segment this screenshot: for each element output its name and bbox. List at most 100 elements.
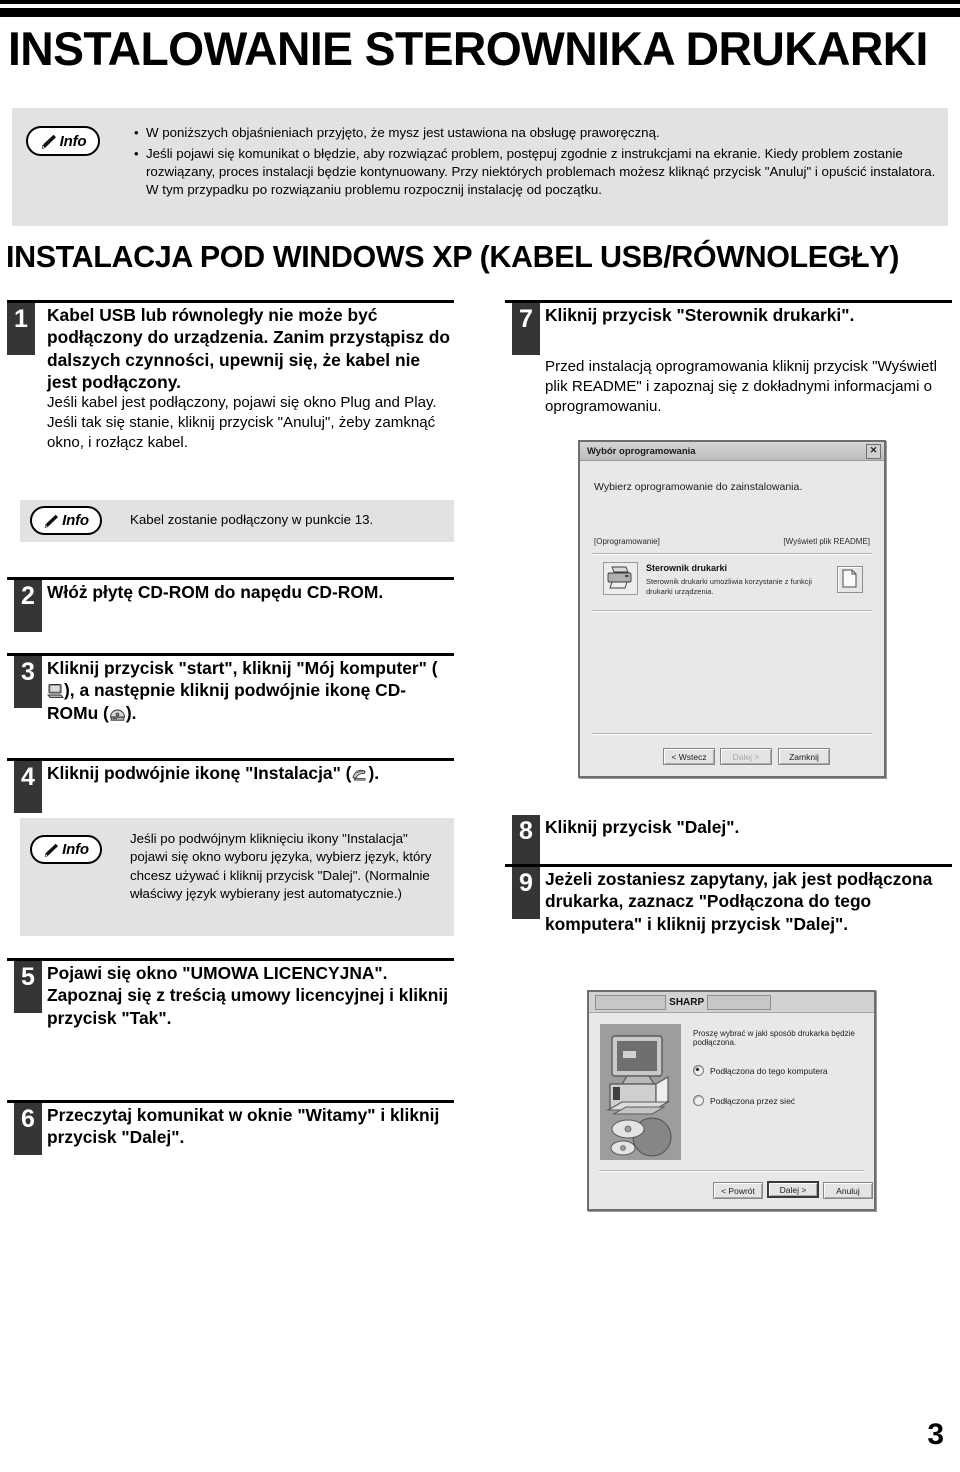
software-item-description: Sterownik drukarki umożliwia korzystanie…: [646, 577, 812, 596]
bullet-glyph: •: [134, 124, 139, 140]
step-heading: Przeczytaj komunikat w oknie "Witamy" i …: [47, 1105, 440, 1148]
next-button[interactable]: Dalej >: [767, 1181, 819, 1198]
step-number-badge: 2: [14, 580, 42, 632]
info-badge-label: Info: [62, 841, 89, 858]
step-heading: Włóż płytę CD-ROM do napędu CD-ROM.: [47, 582, 384, 602]
page-number: 3: [927, 1418, 944, 1451]
step-content: Kliknij przycisk "Dalej".: [545, 816, 952, 838]
info-text-step4: Jeśli po podwójnym kliknięciu ikony "Ins…: [130, 831, 432, 902]
dialog-software-selection[interactable]: Wybór oprogramowania ✕ Wybierz oprogramo…: [578, 440, 886, 778]
step-heading: Jeżeli zostaniesz zapytany, jak jest pod…: [545, 869, 933, 934]
dialog-prompt: Wybierz oprogramowanie do zainstalowania…: [594, 481, 803, 493]
step-divider: [7, 758, 454, 761]
info-box-top: Info • W poniższych objaśnieniach przyję…: [12, 108, 948, 226]
pencil-icon: [44, 843, 59, 857]
step4-text-a: Kliknij podwójnie ikonę "Instalacja" (: [47, 763, 352, 783]
step3-text-b: ), a następnie kliknij podwójnie ikonę C…: [47, 680, 407, 723]
my-computer-icon: [47, 682, 64, 699]
back-button[interactable]: < Powrót: [713, 1182, 763, 1199]
dialog-body: Proszę wybrać w jaki sposób drukarka będ…: [589, 1013, 874, 1211]
connection-prompt: Proszę wybrać w jaki sposób drukarka będ…: [693, 1029, 855, 1047]
step3-text-a: Kliknij przycisk "start", kliknij "Mój k…: [47, 658, 438, 678]
banner-bar-left: [595, 994, 667, 1010]
close-icon[interactable]: ✕: [866, 443, 881, 459]
header-rules: [0, 0, 960, 17]
cdrom-drive-icon: [109, 705, 126, 721]
step-heading: Pojawi się okno "UMOWA LICENCYJNA". Zapo…: [47, 963, 449, 1028]
brand-label: SHARP: [669, 996, 705, 1008]
step-divider: [7, 1100, 454, 1103]
step-divider: [7, 958, 454, 961]
pencil-icon: [41, 134, 56, 149]
step-content: Kliknij przycisk "start", kliknij "Mój k…: [47, 657, 452, 724]
step-divider: [7, 653, 454, 656]
radio-label-local: Podłączona do tego komputera: [710, 1065, 828, 1076]
step-number-badge: 7: [512, 303, 540, 355]
info-badge: Info: [30, 506, 102, 535]
list-item: • W poniższych objaśnieniach przyjęto, ż…: [132, 124, 944, 142]
close-button[interactable]: Zamknij: [778, 748, 830, 765]
dialog-title-text: Wybór oprogramowania: [587, 445, 696, 457]
dialog-banner: SHARP: [589, 992, 874, 1013]
section-heading: INSTALACJA POD WINDOWS XP (KABEL USB/RÓW…: [6, 240, 899, 274]
cancel-button[interactable]: Anuluj: [823, 1182, 873, 1199]
column-header-readme: [Wyświetl plik README]: [783, 537, 870, 546]
banner-bar-right: [707, 994, 772, 1010]
bullet-glyph: •: [134, 145, 139, 161]
step-heading: Kliknij przycisk "Dalej".: [545, 817, 740, 837]
info-text-step1: Kabel zostanie podłączony w punkcie 13.: [130, 512, 374, 527]
step-number-badge: 3: [14, 656, 42, 708]
step-content: Kabel USB lub równoległy nie może być po…: [47, 304, 452, 452]
step-content: Kliknij przycisk "Sterownik drukarki".: [545, 304, 952, 326]
step-number-badge: 9: [512, 867, 540, 919]
step-divider: [505, 300, 952, 303]
step-heading: Kabel USB lub równoległy nie może być po…: [47, 305, 450, 393]
divider: [592, 553, 872, 555]
step-number-badge: 4: [14, 761, 42, 813]
printer-driver-icon: [603, 562, 638, 595]
info-bullet-text: W poniższych objaśnieniach przyjęto, że …: [146, 125, 660, 140]
software-item-title[interactable]: Sterownik drukarki: [646, 563, 727, 573]
radio-label-network: Podłączona przez sieć: [710, 1095, 796, 1106]
info-badge-label: Info: [59, 132, 87, 150]
step-content: Włóż płytę CD-ROM do napędu CD-ROM.: [47, 581, 452, 603]
step-divider: [7, 300, 454, 303]
radio-icon-selected[interactable]: [693, 1065, 704, 1076]
info-bullet-text: Jeśli pojawi się komunikat o błędzie, ab…: [146, 146, 936, 198]
step3-text-c: ).: [125, 702, 137, 723]
step-7-subtext: Przed instalacją oprogramowania kliknij …: [545, 358, 937, 416]
page-title: INSTALOWANIE STEROWNIKA DRUKARKI: [8, 22, 928, 75]
radio-option-network[interactable]: Podłączona przez sieć: [693, 1095, 795, 1106]
radio-option-local[interactable]: Podłączona do tego komputera: [693, 1065, 828, 1076]
info-box-step1: Info Kabel zostanie podłączony w punkcie…: [20, 500, 454, 542]
step-heading: Kliknij podwójnie ikonę "Instalacja" ( )…: [47, 762, 452, 784]
step-number-badge: 8: [512, 815, 540, 867]
divider: [592, 733, 872, 735]
divider: [599, 1170, 864, 1172]
step-content: Jeżeli zostaniesz zapytany, jak jest pod…: [545, 868, 952, 935]
dialog-body: Wybierz oprogramowanie do zainstalowania…: [580, 461, 884, 776]
step-heading: Kliknij przycisk "start", kliknij "Mój k…: [47, 657, 452, 724]
step-heading: Kliknij przycisk "Sterownik drukarki".: [545, 305, 855, 325]
info-badge-label: Info: [62, 512, 89, 529]
next-button[interactable]: Dalej >: [720, 748, 772, 765]
computer-illustration: [600, 1024, 681, 1160]
dialog-printer-connection[interactable]: SHARP Proszę wybrać w jaki sposób drukar…: [587, 990, 876, 1211]
setup-installer-icon: [351, 765, 368, 781]
step-divider: [7, 577, 454, 580]
back-button[interactable]: < Wstecz: [663, 748, 715, 765]
step-content: Przeczytaj komunikat w oknie "Witamy" i …: [47, 1104, 452, 1149]
step-divider: [505, 864, 952, 867]
step-content: Pojawi się okno "UMOWA LICENCYJNA". Zapo…: [47, 962, 452, 1029]
info-badge: Info: [30, 835, 102, 864]
radio-icon-unselected[interactable]: [693, 1095, 704, 1106]
step-subtext: Jeśli kabel jest podłączony, pojawi się …: [47, 394, 437, 451]
step-number-badge: 6: [14, 1103, 42, 1155]
step-number-badge: 5: [14, 961, 42, 1013]
readme-document-icon[interactable]: [837, 566, 863, 593]
dialog-titlebar: Wybór oprogramowania ✕: [580, 442, 884, 461]
step-number-badge: 1: [7, 303, 35, 355]
column-header-software: [Oprogramowanie]: [594, 537, 660, 546]
header-rule-thick: [0, 8, 960, 17]
step4-text-c: ).: [368, 763, 380, 783]
